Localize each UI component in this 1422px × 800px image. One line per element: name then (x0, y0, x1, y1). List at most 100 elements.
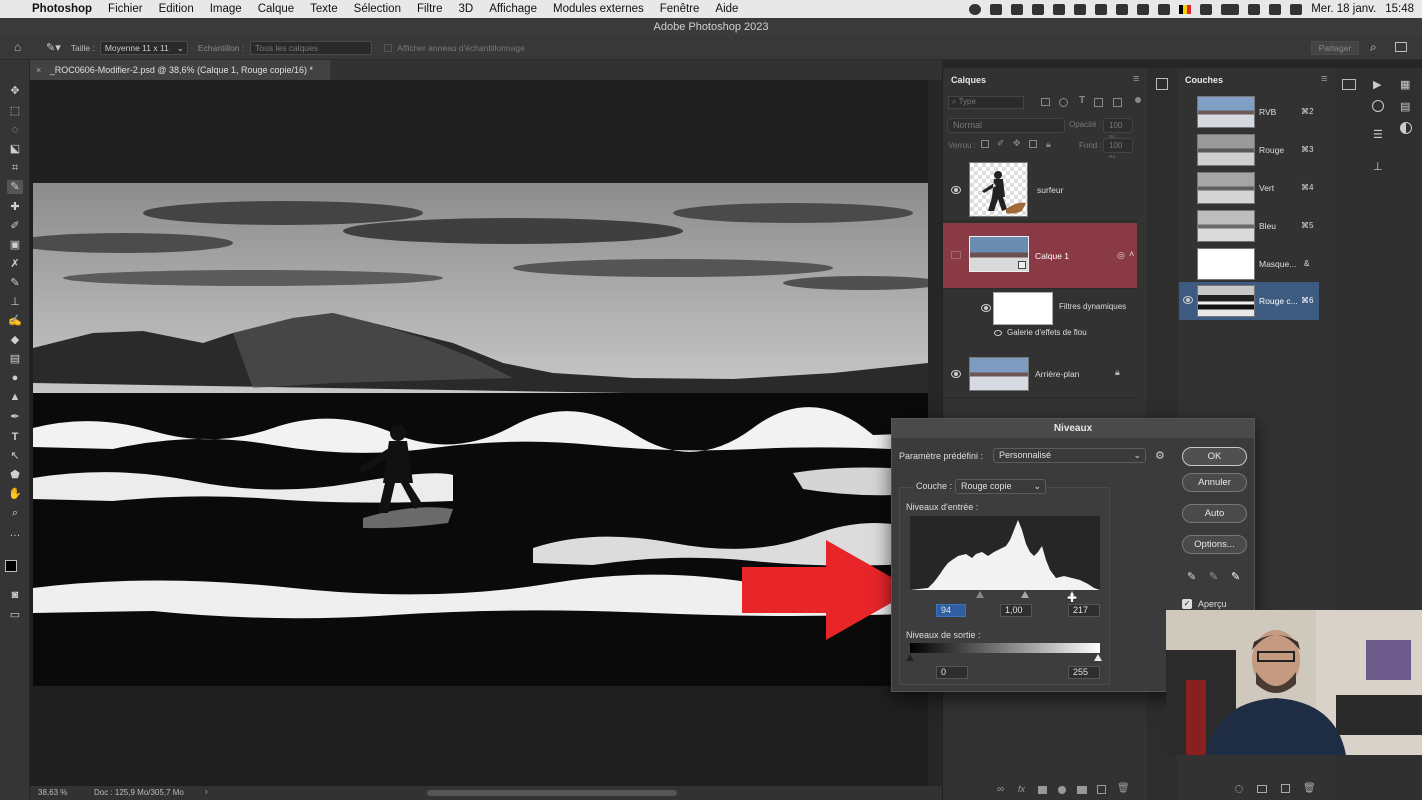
path-selection-tool-icon[interactable]: ↖ (7, 449, 23, 463)
crop-tool-icon[interactable]: ⌗ (7, 161, 23, 175)
black-point-eyedropper-icon[interactable]: ✎ (1187, 570, 1196, 583)
menu-3d[interactable]: 3D (451, 3, 482, 15)
object-selection-tool-icon[interactable]: ⬕ (7, 142, 23, 156)
menu-app-photoshop[interactable]: Photoshop (24, 3, 100, 15)
share-button[interactable]: Partager (1311, 41, 1359, 55)
preview-checkbox[interactable]: ✓ (1182, 599, 1192, 609)
creative-cloud-icon[interactable] (969, 3, 982, 15)
paths-panel-icon[interactable] (1342, 79, 1356, 90)
screen-mode-icon[interactable]: ▭ (7, 608, 23, 622)
zoom-tool-icon[interactable]: ⌕ (7, 506, 23, 520)
preset-gear-icon[interactable]: ⚙ (1155, 449, 1165, 462)
menu-image[interactable]: Image (202, 3, 250, 15)
info-panel-icon[interactable] (1372, 100, 1384, 112)
actions-play-icon[interactable]: ▶ (1373, 78, 1381, 91)
size-select[interactable]: Moyenne 11 x 11 ⌄ (99, 40, 188, 55)
channel-row-masque[interactable]: Masque... & (1179, 246, 1319, 282)
swatches-panel-icon[interactable]: ▦ (1400, 78, 1410, 91)
layer-row-arriere-plan[interactable]: Arrière-plan 🔒︎ (943, 350, 1137, 398)
adjustments-panel-icon[interactable] (1400, 122, 1412, 134)
control-center-icon[interactable] (1290, 3, 1303, 15)
visibility-eye-icon[interactable] (1183, 296, 1193, 304)
lock-all-icon[interactable]: 🔒︎ (1046, 139, 1051, 150)
auto-button[interactable]: Auto (1182, 504, 1247, 523)
cancel-button[interactable]: Annuler (1182, 473, 1247, 492)
menu-affichage[interactable]: Affichage (481, 3, 545, 15)
layer-row-surfeur[interactable]: surfeur (943, 158, 1137, 222)
save-selection-icon[interactable] (1257, 785, 1267, 793)
white-point-eyedropper-icon[interactable]: ✎ (1231, 570, 1240, 583)
chevron-right-icon[interactable]: › (205, 787, 208, 796)
options-button[interactable]: Options... (1182, 535, 1247, 554)
shape-tool-icon[interactable]: ⬟ (7, 468, 23, 482)
gradients-panel-icon[interactable]: ▤ (1400, 100, 1410, 113)
filter-adjustment-icon[interactable] (1059, 98, 1068, 107)
flag-icon[interactable] (1179, 4, 1192, 14)
bluetooth-icon[interactable] (1200, 3, 1213, 15)
document-tab[interactable]: × _ROC0606-Modifier-2.psd @ 38,6% (Calqu… (30, 60, 330, 80)
load-selection-icon[interactable] (1235, 785, 1243, 793)
channel-select[interactable]: Rouge copie ⌄ (955, 479, 1046, 494)
gradient-tool-icon[interactable]: ▤ (7, 352, 23, 366)
visibility-eye-icon[interactable] (951, 370, 961, 378)
healing-brush-tool-icon[interactable]: ✚ (7, 200, 23, 214)
volume-icon[interactable] (1137, 3, 1150, 15)
smart-filters-label[interactable]: Filtres dynamiques (1059, 302, 1126, 311)
menu-modules-externes[interactable]: Modules externes (545, 3, 652, 15)
layers-panel-title[interactable]: Calques (951, 75, 986, 85)
menubar-time[interactable]: 15:48 (1385, 3, 1414, 15)
output-white-handle[interactable] (1094, 654, 1102, 661)
output-black-handle[interactable] (906, 654, 914, 661)
layer-name[interactable]: Calque 1 (1035, 251, 1069, 261)
channel-row-rvb[interactable]: RVB ⌘2 (1179, 94, 1319, 130)
add-mask-icon[interactable] (1038, 786, 1047, 794)
menu-selection[interactable]: Sélection (346, 3, 409, 15)
quick-mask-icon[interactable]: ◙ (7, 588, 23, 602)
channel-row-bleu[interactable]: Bleu ⌘5 (1179, 208, 1319, 244)
spotlight-search-icon[interactable] (1269, 3, 1282, 15)
fill-field[interactable]: 100 % (1103, 138, 1133, 163)
menu-fichier[interactable]: Fichier (100, 3, 151, 15)
history-panel-icon[interactable] (1156, 78, 1168, 90)
layer-row-calque-1[interactable]: Calque 1 ◎ ˄ (943, 223, 1137, 289)
lock-artboard-icon[interactable] (1029, 140, 1037, 148)
menu-fenetre[interactable]: Fenêtre (652, 3, 708, 15)
visibility-eye-icon[interactable] (951, 186, 961, 194)
filter-eye-icon[interactable] (994, 330, 1002, 336)
home-icon[interactable]: ⌂ (14, 41, 26, 53)
properties-panel-icon[interactable]: ☰ (1373, 128, 1383, 141)
blend-mode-select[interactable]: Normal (947, 118, 1065, 133)
menu-texte[interactable]: Texte (302, 3, 346, 15)
delete-channel-icon[interactable]: 🗑︎ (1303, 783, 1316, 794)
blur-tool-icon[interactable]: ● (7, 371, 23, 385)
input-gamma-handle[interactable] (1021, 591, 1029, 598)
new-layer-icon[interactable] (1097, 785, 1106, 794)
lock-pixels-icon[interactable]: ✐ (997, 138, 1005, 149)
airdrop-icon[interactable] (1158, 3, 1171, 15)
hand-tool-icon[interactable]: ✋ (7, 487, 23, 501)
brush-tool-icon[interactable]: ✎ (7, 276, 23, 290)
panel-menu-icon[interactable]: ≡ (1321, 73, 1327, 85)
link-layers-icon[interactable]: ∞ (997, 784, 1004, 795)
wifi-icon[interactable] (1248, 3, 1261, 15)
levels-dialog-title[interactable]: Niveaux (892, 419, 1254, 438)
filter-smart-object-icon[interactable] (1113, 98, 1122, 107)
smart-filters-row[interactable]: Filtres dynamiques (943, 290, 1137, 325)
status-icon[interactable] (1032, 3, 1045, 15)
smart-filter-icon[interactable]: ◎ (1117, 250, 1125, 261)
eyedropper-tool-preset-icon[interactable]: ✎▾ (46, 41, 61, 54)
delete-layer-icon[interactable]: 🗑︎ (1117, 783, 1130, 794)
eyedropper-tool-icon[interactable]: ✎ (7, 180, 23, 194)
panel-menu-icon[interactable]: ≡ (1133, 73, 1139, 85)
output-white-field[interactable]: 255 (1068, 666, 1100, 679)
status-icon[interactable] (1053, 3, 1066, 15)
eraser-tool-icon[interactable]: ◆ (7, 333, 23, 347)
pen-tool-icon[interactable]: ✒ (7, 410, 23, 424)
chevron-up-icon[interactable]: ˄ (1129, 249, 1134, 259)
output-black-field[interactable]: 0 (936, 666, 968, 679)
filter-toggle-icon[interactable] (1135, 97, 1141, 103)
visibility-eye-icon[interactable] (981, 304, 991, 312)
marquee-tool-icon[interactable]: ⬚ (7, 104, 23, 118)
battery-icon[interactable] (1221, 3, 1240, 15)
status-icon[interactable] (1011, 3, 1024, 15)
